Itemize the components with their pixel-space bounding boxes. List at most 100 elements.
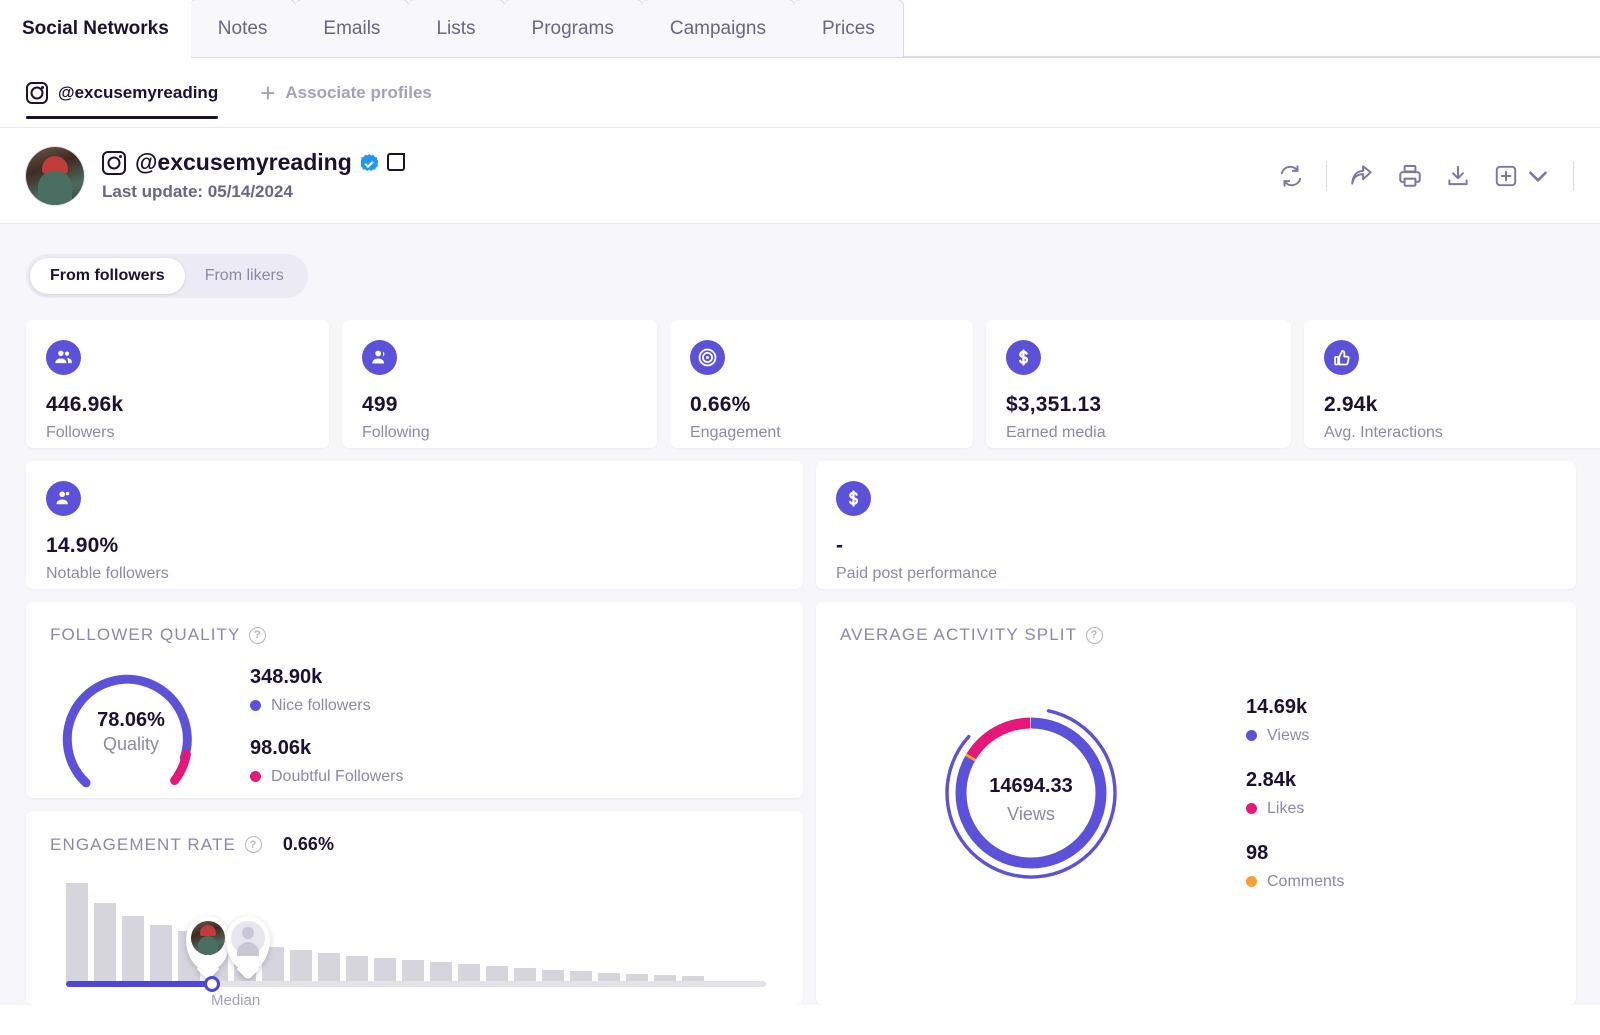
engagement-rate-panel: ENGAGEMENT RATE ? 0.66% Median bbox=[26, 811, 803, 1005]
help-icon[interactable]: ? bbox=[244, 836, 262, 853]
legend-dot-icon bbox=[1246, 876, 1257, 887]
tab-notes[interactable]: Notes bbox=[189, 0, 297, 57]
tab-label: Social Networks bbox=[22, 17, 169, 39]
stat-label: Earned media bbox=[1006, 424, 1106, 441]
stat-label: Following bbox=[362, 424, 430, 441]
segmented-control-wrap: From followers From likers bbox=[0, 224, 1600, 298]
add-icon[interactable] bbox=[1493, 163, 1519, 189]
instagram-icon bbox=[102, 150, 126, 175]
profile-handle-row: @excusemyreading bbox=[102, 149, 405, 176]
donut-center: 14694.33 Views bbox=[816, 775, 1246, 825]
gauge-center-label: Quality bbox=[102, 734, 160, 754]
gauge-center: 78.06% Quality bbox=[26, 709, 236, 755]
share-icon[interactable] bbox=[1349, 163, 1375, 189]
last-update-text: Last update: 05/14/2024 bbox=[102, 182, 293, 201]
divider bbox=[1326, 160, 1327, 191]
header-actions bbox=[1278, 160, 1574, 191]
tab-label: Lists bbox=[436, 17, 476, 39]
bar bbox=[122, 916, 144, 983]
stat-value: 2.94k bbox=[1324, 393, 1378, 416]
panels-row: FOLLOWER QUALITY ? 78.06% Quality 348.90… bbox=[0, 589, 1600, 1005]
engagement-slider-track[interactable] bbox=[66, 976, 766, 992]
tab-label: Prices bbox=[821, 17, 875, 39]
legend-value: 2.84k bbox=[1246, 768, 1297, 791]
bar bbox=[66, 883, 88, 983]
engagement-slider-knob[interactable] bbox=[204, 976, 220, 992]
paid-post-icon bbox=[836, 481, 871, 516]
tab-programs[interactable]: Programs bbox=[503, 0, 643, 57]
external-link-icon[interactable] bbox=[386, 153, 405, 171]
bar bbox=[318, 953, 340, 983]
stat-value: 14.90% bbox=[46, 534, 119, 557]
left-panel-column: FOLLOWER QUALITY ? 78.06% Quality 348.90… bbox=[26, 602, 803, 1005]
chevron-down-icon[interactable] bbox=[1525, 163, 1551, 189]
profile-tab-instagram[interactable]: @excusemyreading bbox=[26, 58, 219, 128]
stat-label: Paid post performance bbox=[836, 565, 997, 582]
refresh-icon[interactable] bbox=[1278, 163, 1304, 189]
legend-row: Likes bbox=[1246, 800, 1344, 818]
stat-card-following[interactable]: 499 Following bbox=[342, 320, 657, 448]
engagement-bars bbox=[66, 883, 704, 983]
tab-emails[interactable]: Emails bbox=[295, 0, 410, 57]
stat-card-engagement[interactable]: 0.66% Engagement bbox=[670, 320, 973, 448]
gauge-center-value: 78.06% bbox=[97, 709, 165, 731]
segment-from-followers[interactable]: From followers bbox=[30, 258, 185, 294]
stat-card-avg-interactions[interactable]: 2.94k Avg. Interactions bbox=[1304, 320, 1600, 448]
print-icon[interactable] bbox=[1397, 163, 1423, 189]
segment-from-likers[interactable]: From likers bbox=[185, 258, 304, 294]
source-segmented-control: From followers From likers bbox=[26, 254, 308, 298]
instagram-icon bbox=[26, 81, 48, 104]
legend-row: Nice followers bbox=[250, 697, 404, 715]
legend-entry-views: 14.69k Views bbox=[1246, 696, 1344, 745]
quality-gauge-chart: 78.06% Quality bbox=[26, 653, 236, 798]
stat-card-notable-followers[interactable]: 14.90% Notable followers bbox=[26, 461, 803, 589]
legend-label: Comments bbox=[1267, 872, 1345, 890]
activity-split-title-row: AVERAGE ACTIVITY SPLIT ? bbox=[816, 602, 1576, 645]
avatar bbox=[26, 146, 84, 205]
follower-quality-legend: 348.90k Nice followers 98.06k Doubtful F… bbox=[250, 666, 404, 786]
panel-title: AVERAGE ACTIVITY SPLIT bbox=[840, 625, 1078, 644]
stat-card-paid-post[interactable]: - Paid post performance bbox=[816, 461, 1576, 589]
stat-label: Followers bbox=[46, 424, 115, 441]
marker-avatar bbox=[191, 921, 225, 955]
tab-campaigns[interactable]: Campaigns bbox=[641, 0, 795, 57]
engagement-rate-title-row: ENGAGEMENT RATE ? 0.66% bbox=[26, 811, 803, 855]
tab-lists[interactable]: Lists bbox=[408, 0, 505, 57]
legend-spacer bbox=[250, 715, 404, 737]
download-icon[interactable] bbox=[1445, 163, 1471, 189]
tab-label: Programs bbox=[531, 17, 614, 39]
dashboard-body: From followers From likers 446.96k Follo… bbox=[0, 224, 1600, 1005]
follower-quality-content: 78.06% Quality 348.90k Nice followers 98… bbox=[26, 645, 803, 798]
stat-label: Engagement bbox=[690, 424, 781, 441]
stat-card-followers[interactable]: 446.96k Followers bbox=[26, 320, 329, 448]
follower-quality-panel: FOLLOWER QUALITY ? 78.06% Quality 348.90… bbox=[26, 602, 803, 798]
segment-label: From likers bbox=[204, 267, 284, 284]
tab-social-networks[interactable]: Social Networks bbox=[0, 0, 191, 58]
associate-profiles-button[interactable]: + Associate profiles bbox=[260, 58, 432, 128]
help-icon[interactable]: ? bbox=[1086, 626, 1104, 644]
earned-media-icon bbox=[1006, 340, 1041, 375]
legend-label: Nice followers bbox=[271, 696, 371, 714]
plus-icon: + bbox=[260, 77, 276, 108]
marker-placeholder-avatar bbox=[231, 921, 265, 956]
profile-header: @excusemyreading Last update: 05/14/2024 bbox=[0, 128, 1600, 224]
profile-handle: @excusemyreading bbox=[135, 149, 352, 175]
follower-quality-title-row: FOLLOWER QUALITY ? bbox=[26, 602, 803, 645]
engagement-slider-fill bbox=[66, 981, 212, 987]
stat-value: 499 bbox=[362, 393, 398, 416]
stat-card-earned-media[interactable]: $3,351.13 Earned media bbox=[986, 320, 1291, 448]
tab-prices[interactable]: Prices bbox=[793, 0, 904, 57]
legend-value: 348.90k bbox=[250, 665, 323, 688]
help-icon[interactable]: ? bbox=[249, 626, 267, 644]
legend-spacer bbox=[1246, 745, 1344, 769]
main-tabbar: Social Networks Notes Emails Lists Progr… bbox=[0, 0, 1600, 58]
donut-center-label: Views bbox=[1007, 804, 1055, 824]
divider bbox=[1573, 160, 1574, 191]
legend-value: 98 bbox=[1246, 841, 1269, 864]
activity-split-legend: 14.69k Views 2.84k Likes 98 Comments bbox=[1246, 696, 1344, 891]
stat-label: Avg. Interactions bbox=[1324, 424, 1443, 441]
legend-entry-doubtful-followers: 98.06k Doubtful Followers bbox=[250, 737, 404, 786]
activity-split-content: 14694.33 Views 14.69k Views 2.84k Likes … bbox=[816, 693, 1576, 893]
legend-dot-icon bbox=[250, 700, 261, 711]
legend-row: Doubtful Followers bbox=[250, 768, 404, 786]
